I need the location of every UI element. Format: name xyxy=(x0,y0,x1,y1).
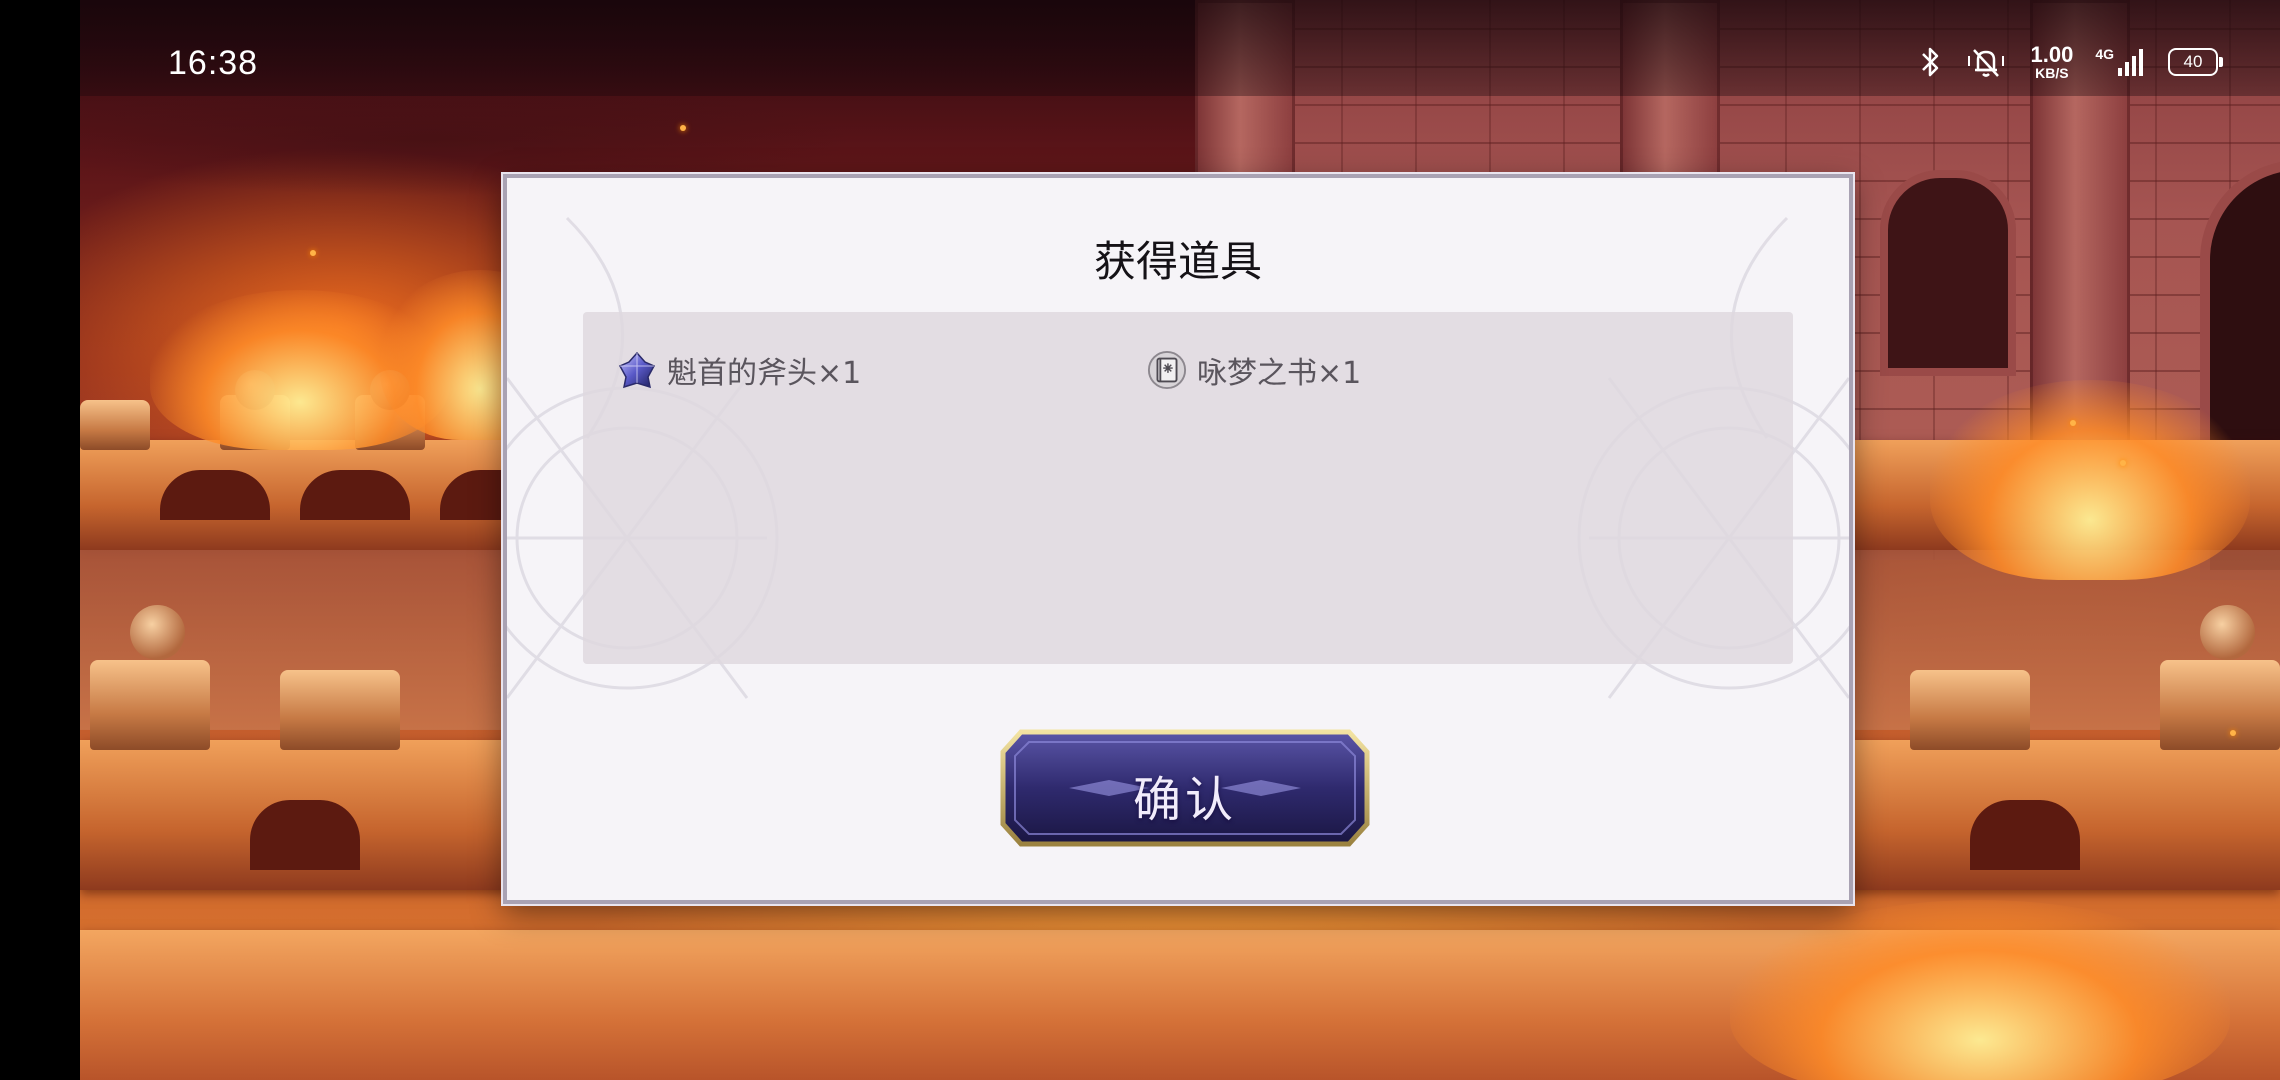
railing-gap xyxy=(160,470,270,520)
ember xyxy=(310,250,316,256)
railing-post xyxy=(1910,670,2030,750)
railing-post xyxy=(2160,660,2280,750)
letterbox xyxy=(0,0,80,1080)
railing-post xyxy=(80,400,150,450)
confirm-button[interactable]: 确认 xyxy=(999,728,1371,848)
item-obtained-dialog: 获得道具 魁首的斧头×1 咏梦之书×1 确认 xyxy=(503,174,1853,904)
book-icon xyxy=(1147,350,1187,390)
railing-gap xyxy=(300,470,410,520)
list-item: 咏梦之书×1 xyxy=(1147,348,1361,392)
railing-post xyxy=(280,670,400,750)
network-speed-unit: KB/S xyxy=(2035,65,2069,81)
mute-bell-icon xyxy=(1964,46,2008,78)
railing-gap xyxy=(250,800,360,870)
ember xyxy=(680,125,686,131)
items-panel: 魁首的斧头×1 咏梦之书×1 xyxy=(583,312,1793,664)
bluetooth-icon xyxy=(1920,46,1942,78)
railing-gap xyxy=(1970,800,2080,870)
railing-post xyxy=(90,660,210,750)
fire xyxy=(1930,380,2250,580)
post-knob xyxy=(130,605,185,660)
post-knob xyxy=(2200,605,2255,660)
item-name: 魁首的斧头×1 xyxy=(667,356,862,391)
network-type: 4G xyxy=(2095,46,2114,62)
battery-level: 40 xyxy=(2183,52,2203,71)
item-name: 咏梦之书×1 xyxy=(1197,356,1362,391)
network-speed-value: 1.00 xyxy=(2030,42,2074,67)
status-icons: 1.00 KB/S 4G 40 xyxy=(1920,42,2223,81)
network-speed: 1.00 KB/S xyxy=(2030,42,2074,81)
dialog-title: 获得道具 xyxy=(1093,237,1262,286)
battery-icon: 40 xyxy=(2168,48,2223,76)
fire xyxy=(1730,900,2230,1080)
list-item: 魁首的斧头×1 xyxy=(617,348,861,392)
clock: 16:38 xyxy=(168,44,259,82)
ember xyxy=(2230,730,2236,736)
signal-icon: 4G xyxy=(2095,46,2146,78)
ember xyxy=(2120,460,2126,466)
status-bar: 16:38 1.00 KB/S 4G 40 xyxy=(80,0,2280,96)
castle-window xyxy=(1880,170,2016,376)
confirm-button-label: 确认 xyxy=(1132,772,1237,828)
game-screen: 16:38 1.00 KB/S 4G 40 获得道具 魁首的斧头×1 咏梦之书×… xyxy=(0,0,2280,1080)
crystal-axe-icon xyxy=(617,350,657,390)
ember xyxy=(2070,420,2076,426)
